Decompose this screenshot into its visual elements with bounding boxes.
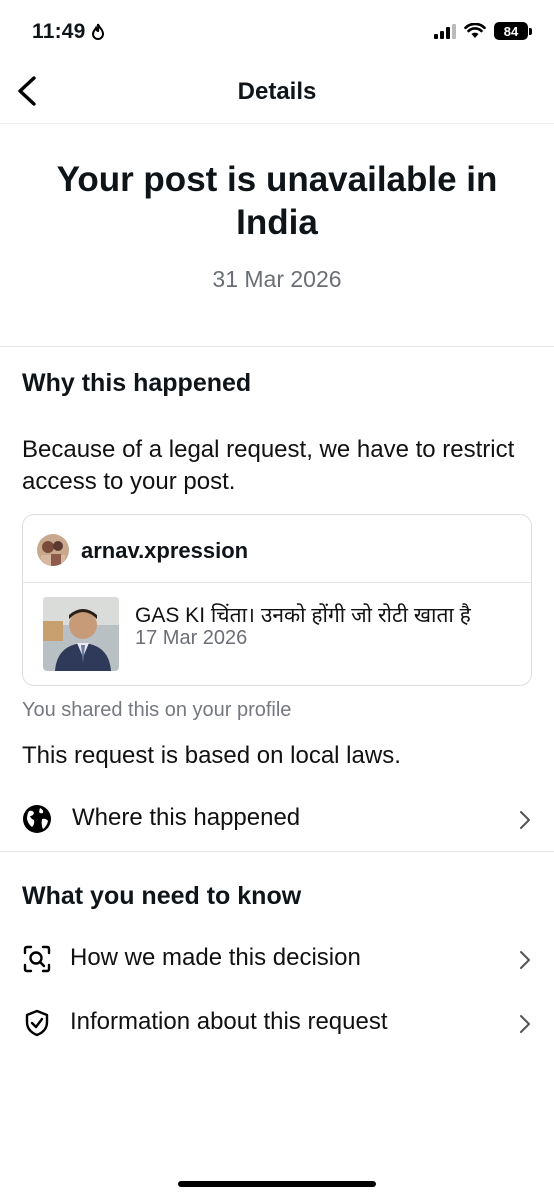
hero-date: 31 Mar 2026 xyxy=(212,266,342,292)
post-date: 17 Mar 2026 xyxy=(135,627,248,649)
how-decision-label: How we made this decision xyxy=(70,944,361,971)
hero-title: Your post is unavailable in India xyxy=(56,160,498,242)
why-heading: Why this happened xyxy=(22,369,252,397)
law-note: This request is based on local laws. xyxy=(22,742,401,769)
hero: Your post is unavailable in India 31 Mar… xyxy=(0,124,554,346)
where-this-happened-label: Where this happened xyxy=(72,804,301,831)
chevron-right-icon xyxy=(520,1015,530,1033)
home-indicator[interactable] xyxy=(178,1181,376,1187)
post-header: arnav.xpression xyxy=(23,515,531,583)
nav-bar: Details xyxy=(0,66,554,124)
globe-icon xyxy=(23,805,51,833)
shield-check-icon xyxy=(25,1009,49,1037)
know-heading: What you need to know xyxy=(22,882,302,910)
avatar xyxy=(37,534,69,566)
chevron-right-icon xyxy=(520,811,530,829)
chevron-right-icon xyxy=(520,951,530,969)
information-request-label: Information about this request xyxy=(70,1008,388,1035)
post-thumbnail xyxy=(43,597,119,671)
battery-icon: 84 xyxy=(494,22,528,40)
divider xyxy=(0,851,554,852)
information-request-row[interactable]: Information about this request xyxy=(0,994,554,1054)
flame-icon xyxy=(91,23,105,40)
how-decision-row[interactable]: How we made this decision xyxy=(0,930,554,990)
post-caption: GAS KI चिंता। उनको होंगी जो रोटी खाता है xyxy=(135,604,471,627)
search-scan-icon xyxy=(23,945,51,973)
status-time: 11:49 xyxy=(32,20,86,43)
why-description: Because of a legal request, we have to r… xyxy=(22,436,515,495)
shared-note: You shared this on your profile xyxy=(22,699,292,721)
post-username: arnav.xpression xyxy=(81,538,249,563)
status-icons: 84 xyxy=(434,22,532,40)
signal-icon xyxy=(434,23,456,39)
where-this-happened-row[interactable]: Where this happened xyxy=(0,790,554,850)
divider xyxy=(0,346,554,347)
post-card[interactable]: arnav.xpression GAS KI चिंता। उनको होंगी… xyxy=(22,514,532,686)
wifi-icon xyxy=(464,23,486,38)
status-bar: 11:49 84 xyxy=(0,0,554,66)
page-title: Details xyxy=(237,78,317,105)
